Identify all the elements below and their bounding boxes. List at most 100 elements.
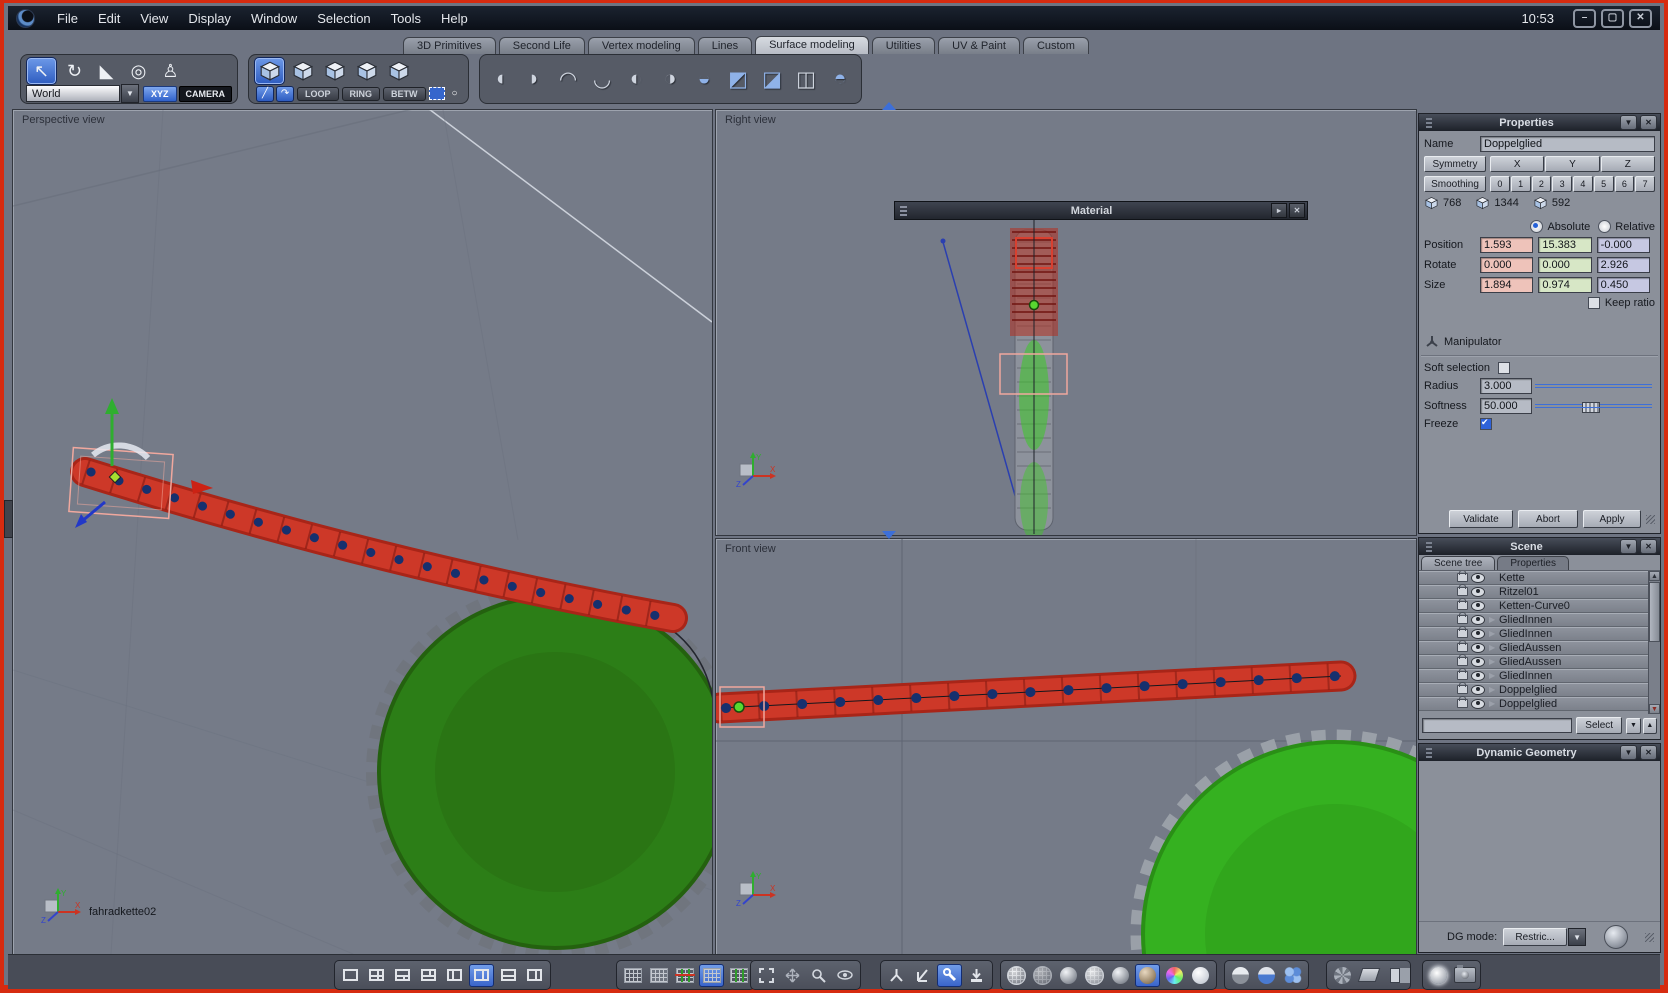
properties-panel-header[interactable]: Properties ▼ ✕ <box>1419 114 1660 131</box>
tree-row[interactable]: ▶ GliedInnen <box>1419 668 1660 683</box>
dg-mode-select[interactable]: Restric... <box>1503 928 1568 946</box>
surface-tool-smooth-icon[interactable]: ◖ <box>485 64 516 94</box>
lock-icon[interactable] <box>1457 640 1468 652</box>
smoothing-2-button[interactable]: 2 <box>1531 176 1552 192</box>
radius-field[interactable]: 3.000 <box>1480 378 1532 394</box>
symmetry-z-button[interactable]: Z <box>1600 156 1655 172</box>
grid-plane-icon[interactable] <box>621 965 644 986</box>
lock-icon[interactable] <box>1457 584 1468 596</box>
properties-resize-grip[interactable] <box>1646 514 1655 524</box>
grid-vertical-icon[interactable] <box>727 965 750 986</box>
scene-properties-tab[interactable]: Properties <box>1497 556 1569 570</box>
lock-icon[interactable] <box>1457 696 1468 708</box>
vertex-mode-icon[interactable] <box>352 58 381 84</box>
material-preview-icon[interactable] <box>1163 965 1186 986</box>
tree-row[interactable]: Kette <box>1419 571 1660 585</box>
tree-row[interactable]: Ketten-Curve0 <box>1419 598 1660 613</box>
surface-tool-thickness-icon[interactable]: ◩ <box>723 64 754 94</box>
lock-icon[interactable] <box>1457 682 1468 694</box>
layout-left-split-icon[interactable] <box>443 965 466 986</box>
layout-single-icon[interactable] <box>339 965 362 986</box>
expander-icon[interactable]: ▶ <box>1489 615 1498 624</box>
layout-top-split-icon[interactable] <box>417 965 440 986</box>
menu-window[interactable]: Window <box>241 9 307 28</box>
keep-ratio-checkbox[interactable] <box>1587 297 1600 309</box>
expander-icon[interactable]: ▶ <box>1489 699 1498 708</box>
lock-icon[interactable] <box>1457 626 1468 638</box>
softness-slider[interactable] <box>1535 402 1652 413</box>
symmetry-x-button[interactable]: X <box>1490 156 1545 172</box>
lock-icon[interactable] <box>1457 668 1468 680</box>
pan-view-icon[interactable] <box>781 965 804 986</box>
marquee-select-icon[interactable] <box>428 87 445 100</box>
expander-icon[interactable]: ▶ <box>1489 629 1498 638</box>
tab-lines[interactable]: Lines <box>697 37 753 54</box>
tab-custom[interactable]: Custom <box>1022 37 1089 54</box>
eye-icon[interactable] <box>1471 670 1485 681</box>
smoothing-1-button[interactable]: 1 <box>1510 176 1531 192</box>
tab-3d-primitives[interactable]: 3D Primitives <box>403 37 496 54</box>
axes-manipulator-icon[interactable] <box>911 965 934 986</box>
dg-preview-sphere-icon[interactable] <box>1604 925 1629 949</box>
tree-row[interactable]: Ritzel01 <box>1419 584 1660 599</box>
layout-right-split-icon[interactable] <box>469 963 494 987</box>
extrude-display-icon[interactable] <box>1357 965 1380 986</box>
properties-close-icon[interactable]: ✕ <box>1640 115 1657 130</box>
eye-icon[interactable] <box>1471 586 1485 597</box>
surface-tool-wrap-icon[interactable]: ◓ <box>825 64 856 94</box>
freeze-checkbox[interactable] <box>1480 417 1492 430</box>
wire-on-shaded-icon[interactable] <box>1083 965 1106 986</box>
eye-icon[interactable] <box>1471 628 1485 639</box>
tab-surface-modeling[interactable]: Surface modeling <box>755 36 869 54</box>
scene-tree-tab[interactable]: Scene tree <box>1421 556 1496 570</box>
smoothing-7-button[interactable]: 7 <box>1635 176 1655 192</box>
menu-display[interactable]: Display <box>178 9 241 28</box>
splitter-collapse-top-icon[interactable] <box>882 102 896 110</box>
eye-icon[interactable] <box>1471 614 1485 625</box>
object-mode-icon[interactable] <box>254 57 286 85</box>
surface-tool-offset-icon[interactable]: ◪ <box>757 64 788 94</box>
tree-row[interactable]: ▶ Doppelglied <box>1419 696 1660 711</box>
coordinate-space-dropdown-icon[interactable]: ▼ <box>121 84 139 103</box>
layout-quad-icon[interactable] <box>365 965 388 986</box>
symmetry-button[interactable]: Symmetry <box>1424 156 1486 172</box>
render-camera-icon[interactable] <box>1453 965 1476 986</box>
surface-tool-patch-icon[interactable]: ◐ <box>621 64 652 94</box>
expander-icon[interactable]: ▶ <box>1489 685 1498 694</box>
textured-shading-icon[interactable] <box>1135 963 1160 987</box>
menu-selection[interactable]: Selection <box>307 9 380 28</box>
scene-next-icon[interactable]: ▲ <box>1642 717 1658 734</box>
scene-panel-header[interactable]: Scene ▼ ✕ <box>1419 538 1660 555</box>
fit-view-icon[interactable] <box>755 965 778 986</box>
ring-select-button[interactable]: RING <box>341 86 381 101</box>
tree-row[interactable]: ▶ GliedAussen <box>1419 640 1660 655</box>
face-mode-icon[interactable] <box>288 58 317 84</box>
material-floating-bar[interactable]: Material ▸ ✕ <box>894 201 1308 220</box>
grid-object-icon[interactable] <box>647 965 670 986</box>
perspective-viewport[interactable]: Perspective view fahradkette02 <box>12 109 713 955</box>
name-input[interactable] <box>1480 136 1655 152</box>
camera-mode-button[interactable]: CAMERA <box>178 85 233 102</box>
wireframe-shading-icon[interactable] <box>1005 965 1028 986</box>
menu-view[interactable]: View <box>130 9 178 28</box>
smoothing-5-button[interactable]: 5 <box>1593 176 1614 192</box>
tab-utilities[interactable]: Utilities <box>871 37 936 54</box>
lock-icon[interactable] <box>1457 598 1468 610</box>
expander-icon[interactable]: ▶ <box>1489 643 1498 652</box>
scroll-thumb[interactable] <box>1649 582 1660 642</box>
layout-vsplit-icon[interactable] <box>523 965 546 986</box>
apply-button[interactable]: Apply <box>1583 510 1641 528</box>
tripod-manipulator-icon[interactable] <box>885 965 908 986</box>
eye-icon[interactable] <box>1471 600 1485 611</box>
dg-menu-icon[interactable]: ▼ <box>1620 745 1637 760</box>
expander-icon[interactable]: ▶ <box>1489 657 1498 666</box>
scene-filter-input[interactable] <box>1422 718 1572 733</box>
grid-axes-icon[interactable] <box>673 965 696 986</box>
close-button[interactable]: ✕ <box>1629 8 1652 28</box>
surface-tool-inflate-icon[interactable]: ◗ <box>519 64 550 94</box>
multi-res-icon[interactable] <box>1281 965 1304 986</box>
soft-selection-checkbox[interactable] <box>1498 362 1511 374</box>
softness-field[interactable]: 50.000 <box>1480 398 1532 414</box>
eye-icon[interactable] <box>1471 656 1485 667</box>
smoothing-0-button[interactable]: 0 <box>1490 176 1510 192</box>
